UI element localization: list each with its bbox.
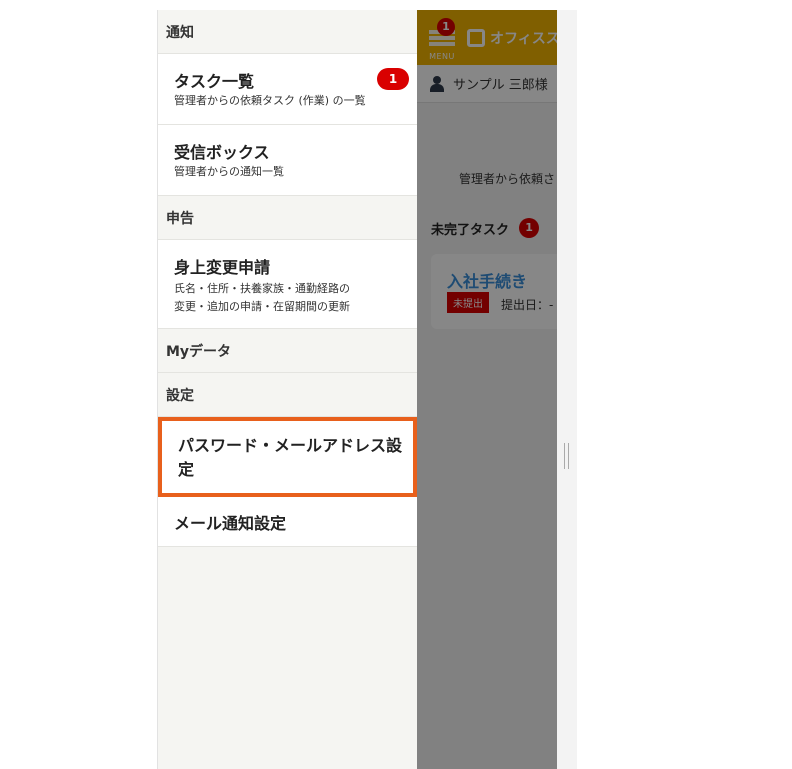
task-count-badge: 1 — [377, 68, 409, 90]
section-header-applications: 申告 — [158, 196, 417, 240]
menu-item-inbox[interactable]: 受信ボックス 管理者からの通知一覧 — [158, 125, 417, 196]
menu-item-title: 身上変更申請 — [174, 258, 271, 277]
scroll-grip-icon[interactable] — [564, 443, 569, 469]
menu-item-task-list[interactable]: タスク一覧 管理者からの依頼タスク (作業) の一覧 1 — [158, 54, 417, 125]
menu-item-title: メール通知設定 — [174, 513, 287, 533]
section-header-notifications: 通知 — [158, 10, 417, 54]
section-header-mydata[interactable]: Myデータ — [158, 329, 417, 373]
scrollbar[interactable] — [557, 10, 577, 769]
menu-item-title: 受信ボックス — [174, 143, 270, 162]
side-menu: 通知 タスク一覧 管理者からの依頼タスク (作業) の一覧 1 受信ボックス 管… — [157, 10, 417, 769]
menu-item-title: パスワード・メールアドレス設定 — [178, 436, 403, 479]
menu-item-title: タスク一覧 — [174, 72, 255, 91]
menu-item-subtitle-line1: 氏名・住所・扶養家族・通勤経路の — [174, 282, 350, 295]
menu-item-password-email-settings[interactable]: パスワード・メールアドレス設定 — [158, 417, 417, 497]
menu-item-subtitle-line2: 変更・追加の申請・在留期間の更新 — [174, 300, 350, 313]
menu-item-subtitle: 管理者からの通知一覧 — [174, 165, 284, 178]
section-header-settings: 設定 — [158, 373, 417, 417]
menu-item-subtitle: 管理者からの依頼タスク (作業) の一覧 — [174, 94, 366, 107]
menu-item-personal-change[interactable]: 身上変更申請 氏名・住所・扶養家族・通勤経路の 変更・追加の申請・在留期間の更新 — [158, 240, 417, 329]
menu-item-mail-notification-settings[interactable]: メール通知設定 — [158, 497, 417, 547]
